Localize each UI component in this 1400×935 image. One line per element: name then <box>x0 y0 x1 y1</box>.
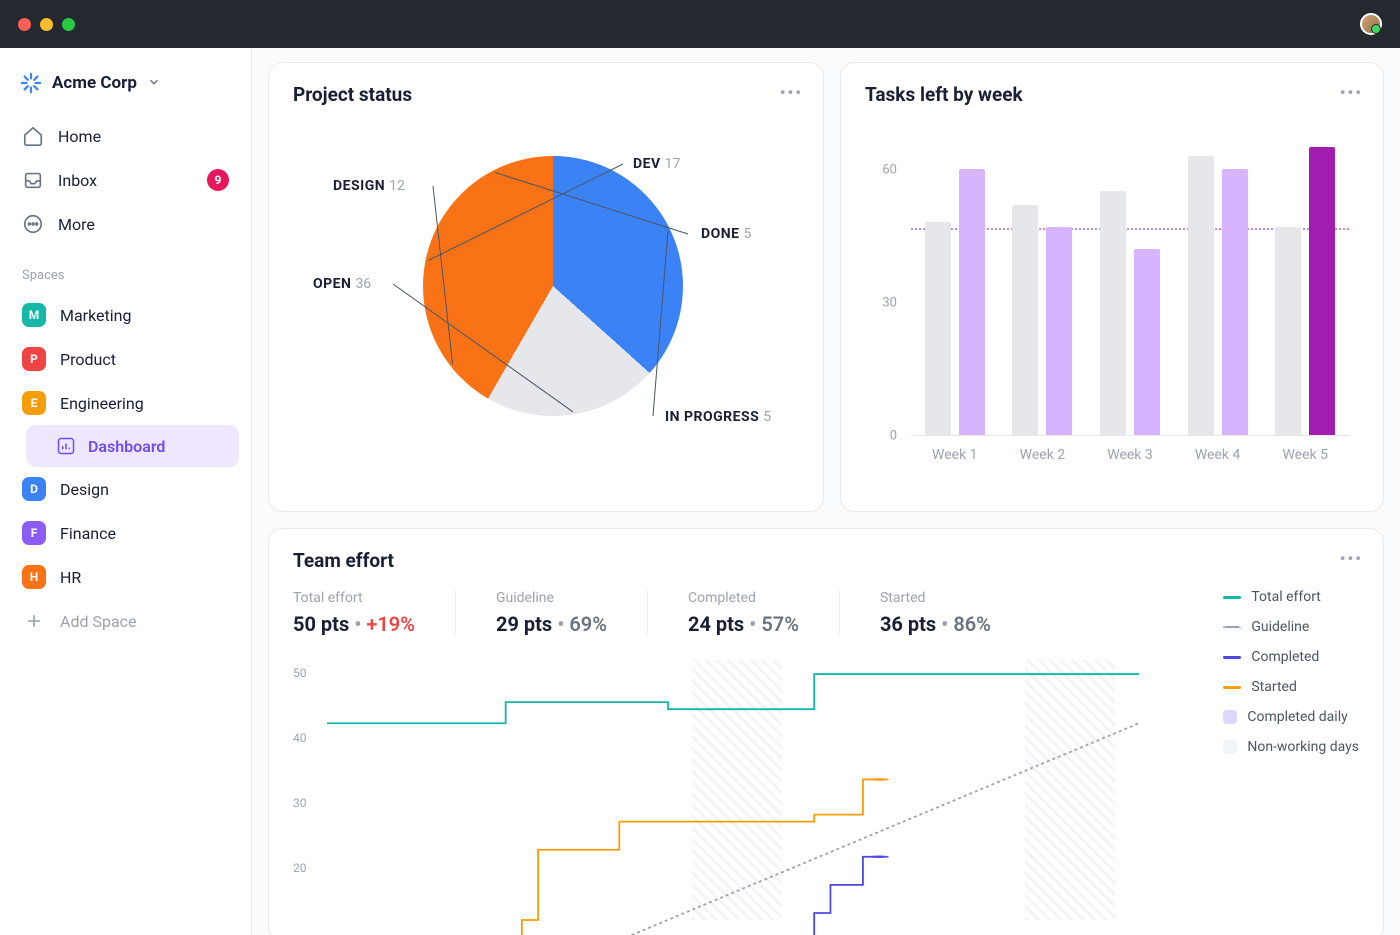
inbox-icon <box>22 169 44 191</box>
space-badge-icon: M <box>22 303 46 327</box>
bar-ytick: 0 <box>890 429 897 444</box>
space-item-product[interactable]: P Product <box>12 337 239 381</box>
window-titlebar <box>0 0 1400 48</box>
home-icon <box>22 125 44 147</box>
space-label: Finance <box>60 524 116 543</box>
bar-grey <box>1275 227 1301 435</box>
main-content: Project status ••• DEV17 DONE5 IN PROGRESS… <box>252 48 1400 935</box>
line-ytick: 50 <box>293 666 307 680</box>
space-badge-icon: E <box>22 391 46 415</box>
metric-started: Started 36 pts • 86% <box>880 590 1031 636</box>
bar-purple <box>1134 249 1160 435</box>
bar-group: Week 4 <box>1188 156 1248 435</box>
tasks-left-title: Tasks left by week <box>865 83 1359 106</box>
add-space-button[interactable]: Add Space <box>12 599 239 643</box>
window-controls <box>18 18 75 31</box>
user-avatar[interactable] <box>1360 13 1382 35</box>
space-item-hr[interactable]: H HR <box>12 555 239 599</box>
workspace-logo-icon <box>20 72 42 94</box>
card-menu-button[interactable]: ••• <box>1340 549 1363 568</box>
card-menu-button[interactable]: ••• <box>780 83 803 102</box>
maximize-window-icon[interactable] <box>62 18 75 31</box>
line-ytick: 30 <box>293 796 307 810</box>
bar-grey <box>1188 156 1214 435</box>
bar-grey <box>1012 205 1038 435</box>
space-badge-icon: H <box>22 565 46 589</box>
bar-purple <box>959 169 985 435</box>
bar-purple <box>1046 227 1072 435</box>
bar-purple <box>1309 147 1335 435</box>
space-label: Marketing <box>60 306 131 325</box>
space-badge-icon: F <box>22 521 46 545</box>
bar-group: Week 2 <box>1012 205 1072 435</box>
pie-label-open: OPEN36 <box>313 276 371 292</box>
workspace-name: Acme Corp <box>52 73 137 93</box>
nav-inbox-label: Inbox <box>58 171 97 190</box>
spaces-section-label: Spaces <box>12 246 239 293</box>
add-space-label: Add Space <box>60 612 137 631</box>
line-completed <box>660 857 879 935</box>
space-label: HR <box>60 568 81 587</box>
space-item-finance[interactable]: F Finance <box>12 511 239 555</box>
metric-guideline: Guideline 29 pts • 69% <box>496 590 648 636</box>
space-label: Engineering <box>60 394 144 413</box>
space-label: Design <box>60 480 109 499</box>
bar-purple <box>1222 169 1248 435</box>
chevron-down-icon <box>147 74 161 93</box>
pie-label-dev: DEV17 <box>633 156 680 172</box>
nav-inbox[interactable]: Inbox 9 <box>12 158 239 202</box>
nav-more-label: More <box>58 215 95 234</box>
card-menu-button[interactable]: ••• <box>1340 83 1363 102</box>
bar-group: Week 1 <box>925 169 985 435</box>
team-effort-title: Team effort <box>293 549 1359 572</box>
plus-icon <box>22 609 46 633</box>
bar-group: Week 5 <box>1275 147 1335 435</box>
space-item-design[interactable]: D Design <box>12 467 239 511</box>
nav-home[interactable]: Home <box>12 114 239 158</box>
bar-x-label: Week 4 <box>1182 447 1254 463</box>
nav-home-label: Home <box>58 127 101 146</box>
bar-grey <box>925 222 951 435</box>
team-metrics: Total effort 50 pts • +19% Guideline 29 … <box>293 590 1359 636</box>
project-status-title: Project status <box>293 83 799 106</box>
bar-ytick: 60 <box>882 163 897 178</box>
space-item-marketing[interactable]: M Marketing <box>12 293 239 337</box>
metric-completed: Completed 24 pts • 57% <box>688 590 840 636</box>
team-effort-legend: Total effort Guideline Completed Started… <box>1223 589 1359 769</box>
pie-label-done: DONE5 <box>701 226 751 242</box>
close-window-icon[interactable] <box>18 18 31 31</box>
project-status-pie <box>423 156 683 416</box>
line-guideline <box>449 723 1139 935</box>
workspace-switcher[interactable]: Acme Corp <box>12 66 239 100</box>
dashboard-icon <box>56 436 76 456</box>
bar-ytick: 30 <box>882 296 897 311</box>
line-total-effort <box>327 674 1139 723</box>
space-item-engineering[interactable]: E Engineering <box>12 381 239 425</box>
sidebar: Acme Corp Home Inbox 9 More Spaces MMar <box>0 48 252 935</box>
line-ytick: 20 <box>293 861 307 875</box>
pie-label-design: DESIGN12 <box>333 178 405 194</box>
more-icon <box>22 213 44 235</box>
bar-x-label: Week 5 <box>1269 447 1341 463</box>
bar-x-label: Week 1 <box>919 447 991 463</box>
bar-x-label: Week 3 <box>1094 447 1166 463</box>
dashboard-label: Dashboard <box>88 437 165 456</box>
space-badge-icon: P <box>22 347 46 371</box>
bar-x-label: Week 2 <box>1006 447 1078 463</box>
space-badge-icon: D <box>22 477 46 501</box>
bar-group: Week 3 <box>1100 191 1160 435</box>
inbox-badge: 9 <box>207 169 229 191</box>
project-status-card: Project status ••• DEV17 DONE5 IN PROGRESS… <box>268 62 824 512</box>
tasks-left-card: Tasks left by week ••• 0 30 60 Week 1 Week … <box>840 62 1384 512</box>
pie-label-in-progress: IN PROGRESS5 <box>665 409 771 425</box>
metric-total: Total effort 50 pts • +19% <box>293 590 456 636</box>
space-label: Product <box>60 350 116 369</box>
line-ytick: 40 <box>293 731 307 745</box>
sidebar-item-dashboard[interactable]: Dashboard <box>26 425 239 467</box>
bar-grey <box>1100 191 1126 435</box>
team-effort-card: Team effort ••• Total effort 50 pts • +1… <box>268 528 1384 935</box>
minimize-window-icon[interactable] <box>40 18 53 31</box>
nav-more[interactable]: More <box>12 202 239 246</box>
